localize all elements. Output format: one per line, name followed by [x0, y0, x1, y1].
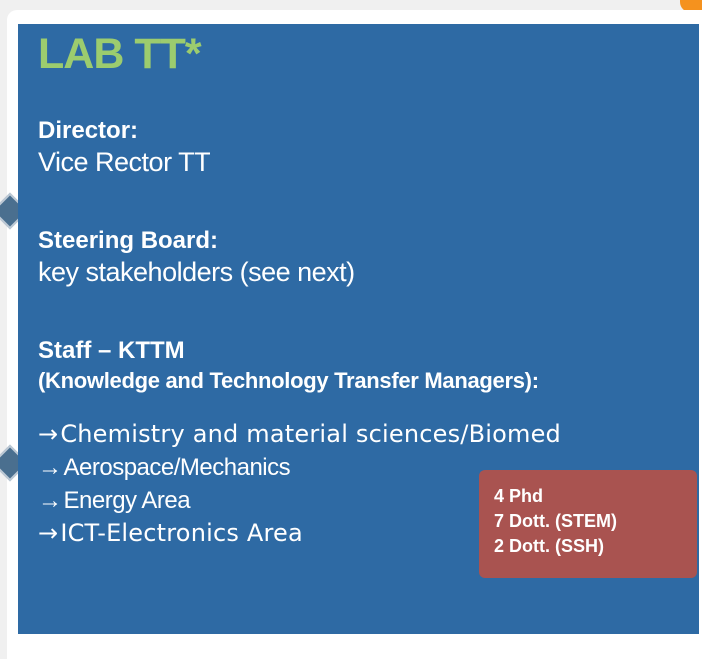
- area-label: Chemistry and material sciences/Biomed: [60, 420, 561, 448]
- staff-section: Staff – KTTM (Knowledge and Technology T…: [38, 336, 539, 396]
- director-heading: Director:: [38, 117, 139, 144]
- staff-count-badge: 4 Phd 7 Dott. (STEM) 2 Dott. (SSH): [479, 470, 697, 578]
- arrow-right-icon: →: [38, 487, 62, 514]
- slide-title: LAB TT*: [38, 30, 202, 78]
- steering-board-heading: Steering Board:: [38, 227, 219, 254]
- arrow-right-icon: →: [38, 420, 59, 448]
- content-panel: LAB TT* Director: Vice Rector TT Steerin…: [18, 24, 699, 634]
- staff-heading: Staff – KTTM: [38, 337, 185, 364]
- staff-count-line: 2 Dott. (SSH): [494, 536, 604, 556]
- staff-subheading: (Knowledge and Technology Transfer Manag…: [38, 368, 539, 393]
- area-label: Energy Area: [63, 487, 191, 514]
- arrow-right-icon: →: [38, 519, 59, 547]
- director-section: Director: Vice Rector TT: [38, 116, 211, 178]
- director-value: Vice Rector TT: [38, 147, 211, 177]
- staff-count-line: 4 Phd: [494, 486, 544, 506]
- area-label: ICT-Electronics Area: [60, 519, 303, 547]
- steering-board-value: key stakeholders (see next): [38, 257, 355, 287]
- list-item: →Chemistry and material sciences/Biomed: [38, 418, 561, 451]
- staff-count-line: 7 Dott. (STEM): [494, 511, 617, 531]
- steering-board-section: Steering Board: key stakeholders (see ne…: [38, 226, 355, 288]
- area-label: Aerospace/Mechanics: [63, 454, 291, 481]
- arrow-right-icon: →: [38, 454, 62, 481]
